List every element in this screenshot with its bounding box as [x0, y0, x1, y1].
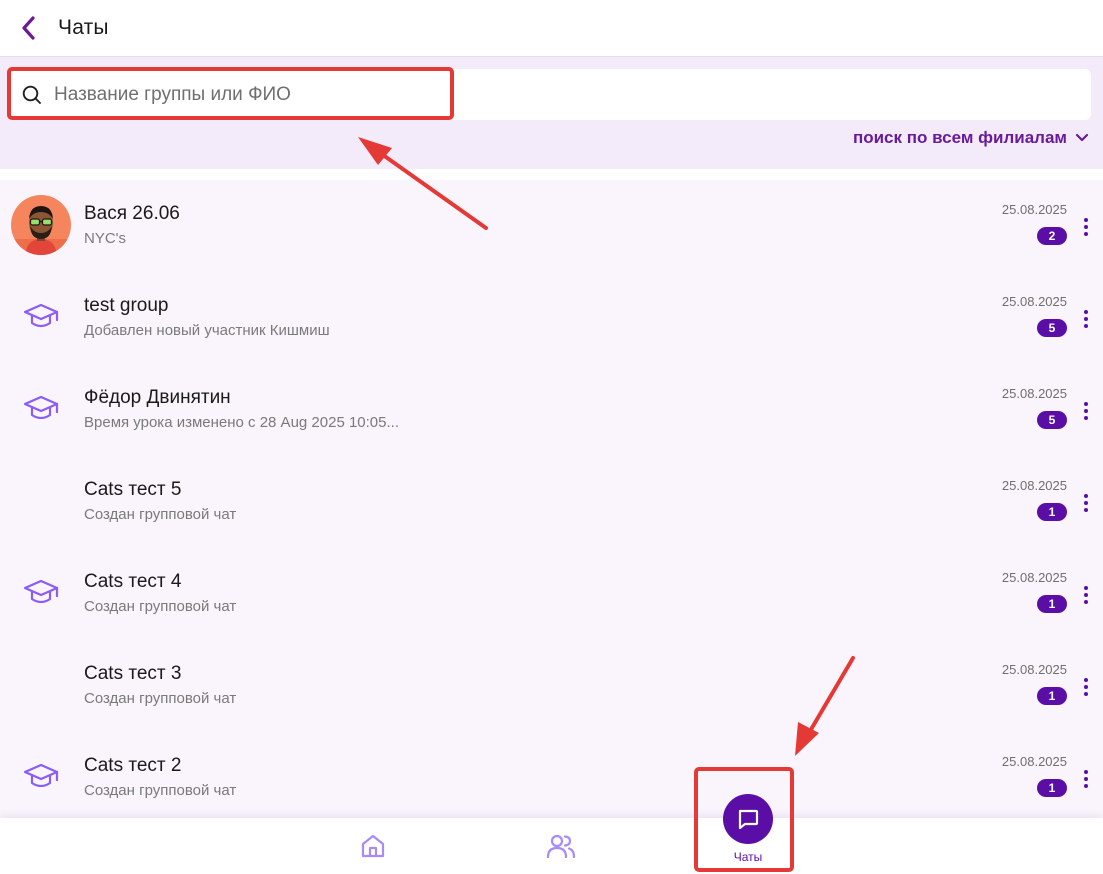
unread-badge: 5	[1037, 319, 1067, 337]
branch-filter-label: поиск по всем филиалам	[852, 128, 1067, 147]
chat-list-item[interactable]: Cats тест 4 Создан групповой чат 25.08.2…	[0, 548, 1103, 640]
unread-badge: 1	[1037, 687, 1067, 705]
chat-preview: Время урока изменено с 28 Aug 2025 10:05…	[84, 414, 399, 431]
unread-badge: 5	[1037, 411, 1067, 429]
graduation-cap-icon	[10, 562, 72, 624]
bottom-navigation: Чаты	[0, 794, 1103, 874]
more-options-icon[interactable]	[1075, 582, 1097, 608]
page-title: Чаты	[58, 16, 109, 39]
chat-name: Cats тест 4	[84, 571, 182, 592]
chat-name: Вася 26.06	[84, 203, 180, 224]
more-options-icon[interactable]	[1075, 490, 1097, 516]
graduation-cap-icon	[10, 286, 72, 348]
nav-item-label: Чаты	[733, 850, 763, 864]
chat-name: Cats тест 2	[84, 755, 182, 776]
more-options-icon[interactable]	[1075, 398, 1097, 424]
chat-list-item[interactable]: Вася 26.06 NYC's 25.08.2025 2	[0, 180, 1103, 272]
chat-preview: Создан групповой чат	[84, 690, 237, 707]
chat-date: 25.08.2025	[1001, 754, 1067, 769]
unread-badge: 1	[1037, 503, 1067, 521]
top-app-bar: Чаты	[0, 0, 1103, 57]
chat-list: Вася 26.06 NYC's 25.08.2025 2 test group…	[0, 180, 1103, 820]
more-options-icon[interactable]	[1075, 674, 1097, 700]
graduation-cap-icon	[10, 746, 72, 808]
chat-bubble-icon	[723, 794, 773, 844]
chat-name: Cats тест 3	[84, 663, 182, 684]
search-field[interactable]	[10, 69, 1091, 120]
branch-filter-dropdown[interactable]: поиск по всем филиалам	[853, 128, 1089, 148]
back-button[interactable]	[0, 0, 58, 57]
avatar	[10, 194, 72, 256]
chat-date: 25.08.2025	[1001, 570, 1067, 585]
more-options-icon[interactable]	[1075, 766, 1097, 792]
chat-list-item[interactable]: Cats тест 3 Создан групповой чат 25.08.2…	[0, 640, 1103, 732]
home-icon	[361, 834, 385, 858]
chevron-left-icon	[22, 16, 35, 40]
search-icon	[10, 84, 54, 106]
nav-item-chats[interactable]: Чаты	[714, 794, 782, 874]
graduation-cap-icon	[10, 378, 72, 440]
chat-preview: Создан групповой чат	[84, 598, 237, 615]
chat-date: 25.08.2025	[1001, 386, 1067, 401]
unread-badge: 1	[1037, 779, 1067, 797]
chat-list-item[interactable]: Cats тест 5 Создан групповой чат 25.08.2…	[0, 456, 1103, 548]
chat-preview: Добавлен новый участник Кишмиш	[84, 322, 330, 339]
users-icon	[546, 834, 576, 859]
chat-date: 25.08.2025	[1001, 294, 1067, 309]
unread-badge: 2	[1037, 227, 1067, 245]
search-panel: поиск по всем филиалам	[0, 57, 1103, 169]
chevron-down-icon	[1075, 133, 1089, 142]
chat-date: 25.08.2025	[1001, 202, 1067, 217]
chat-list-item[interactable]: Cats тест 2 Создан групповой чат 25.08.2…	[0, 732, 1103, 820]
nav-item-people[interactable]	[538, 818, 584, 874]
chat-preview: Создан групповой чат	[84, 506, 237, 523]
chat-preview: NYC's	[84, 230, 127, 247]
chat-list-item[interactable]: Фёдор Двинятин Время урока изменено с 28…	[0, 364, 1103, 456]
nav-item-home[interactable]	[350, 818, 396, 874]
chat-date: 25.08.2025	[1001, 662, 1067, 677]
chat-name: Фёдор Двинятин	[84, 387, 231, 408]
chat-list-item[interactable]: test group Добавлен новый участник Кишми…	[0, 272, 1103, 364]
unread-badge: 1	[1037, 595, 1067, 613]
more-options-icon[interactable]	[1075, 306, 1097, 332]
chat-preview: Создан групповой чат	[84, 782, 237, 799]
chat-name: test group	[84, 295, 169, 316]
chat-name: Cats тест 5	[84, 479, 182, 500]
chat-date: 25.08.2025	[1001, 478, 1067, 493]
more-options-icon[interactable]	[1075, 214, 1097, 240]
search-input[interactable]	[54, 83, 654, 106]
